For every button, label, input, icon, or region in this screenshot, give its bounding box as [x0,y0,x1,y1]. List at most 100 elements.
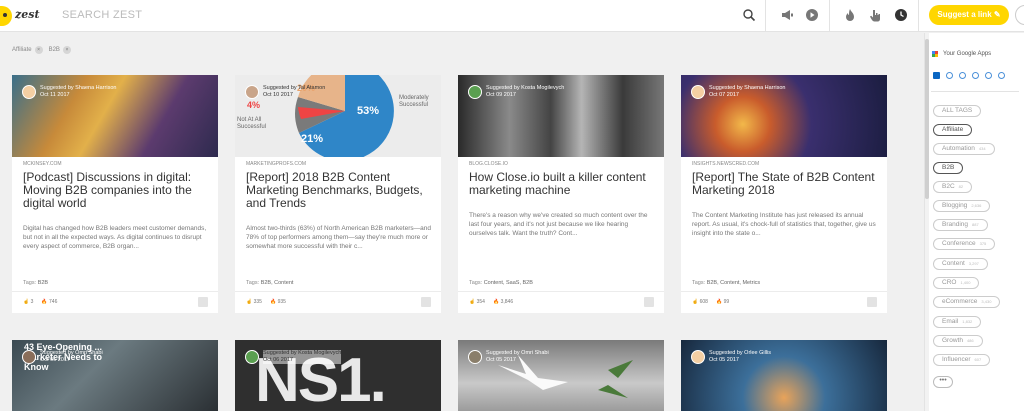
likes-stat[interactable]: ☝ 3 [23,299,33,305]
views-stat: 🔥 746 [41,299,58,305]
more-tags-button[interactable]: ••• [933,376,953,388]
likes-stat[interactable]: ☝ 335 [246,299,262,305]
remove-filter-icon[interactable]: × [34,46,43,54]
user-avatar-button[interactable] [1015,5,1024,25]
views-stat: 🔥 3,846 [492,299,514,305]
likes-stat[interactable]: ☝ 608 [692,299,708,305]
filter-chip-b2b[interactable]: B2B × [49,46,71,54]
filter-chip-label: Affiliate [12,47,32,53]
article-card[interactable]: 20% 4% 53% 21% Not At All Successful Mod… [235,75,441,313]
tag-count: 434 [978,146,986,151]
article-title[interactable]: How Close.io built a killer content mark… [469,171,659,197]
suggested-by: Suggested by Shaena Harrison Oct 07 2017 [691,85,785,99]
suggested-by: Suggested by Kosta Mogilevych Oct 06 2017 [245,350,342,364]
avatar [468,350,482,364]
filter-chip-affiliate[interactable]: Affiliate × [12,46,43,54]
tag-label: Email [942,318,959,325]
tag-automation[interactable]: Automation 434 [933,143,995,155]
article-source[interactable]: INSIGHTS.NEWSCRED.COM [692,161,759,167]
article-title[interactable]: [Report] 2018 B2B Content Marketing Benc… [246,171,436,210]
tags-value[interactable]: B2B, Content, Metrics [707,280,761,286]
tag-b2c[interactable]: B2C 82 [933,181,973,193]
tag-email[interactable]: Email 1,832 [933,316,982,328]
tags-value[interactable]: B2B [38,280,48,286]
tag-count: 1,400 [960,280,971,285]
zest-logo[interactable]: zest [0,6,40,26]
logo-mark [0,6,12,26]
tag-label: Conference [942,240,976,247]
save-icon[interactable] [867,297,877,307]
app-icon[interactable] [972,72,979,79]
article-card[interactable]: Suggested by Shaena Harrison Oct 07 2017 … [681,75,887,313]
suggested-date: Oct 11 2017 [40,92,70,98]
tag-count: 3,297 [968,261,979,266]
search-icon[interactable] [742,8,756,22]
article-card[interactable]: NS1. Suggested by Kosta Mogilevych Oct 06… [235,340,441,411]
tags-sidebar: Your Google Apps ALL TAGS Affiliate Auto… [924,33,1024,411]
article-card[interactable]: Suggested by Omri Shabi Oct 05 2017 [458,340,664,411]
likes-stat[interactable]: ☝ 354 [469,299,485,305]
app-icon[interactable] [959,72,966,79]
tags-label: Tags: [23,280,37,286]
clock-icon[interactable] [894,8,908,22]
article-image[interactable]: 20% 4% 53% 21% Not At All Successful Mod… [235,75,441,157]
tag-label: Branding [942,221,969,228]
card-stats: ☝ 335 🔥 935 [246,299,286,305]
article-image[interactable]: Suggested by Shaena Harrison Oct 11 2017 [12,75,218,157]
hand-pointer-icon[interactable] [868,8,882,22]
tag-branding[interactable]: Branding 887 [933,219,988,231]
article-source[interactable]: BLOG.CLOSE.IO [469,161,508,167]
suggested-by-name: Suggested by Tal Atamon [263,85,326,91]
suggested-by-name: Suggested by Omri Shabi [486,350,549,356]
article-title[interactable]: [Report] The State of B2B Content Market… [692,171,882,197]
article-tags: Tags: B2B, Content [246,280,293,286]
scrollbar-thumb[interactable] [925,39,929,199]
article-card[interactable]: 43 Eye-Opening ... Marketer Needs to Kno… [12,340,218,411]
article-source[interactable]: MCKINSEY.COM [23,161,62,167]
article-card[interactable]: Suggested by Shaena Harrison Oct 11 2017 … [12,75,218,313]
views-count: 3,846 [500,299,514,305]
tag-count: 3,430 [981,299,992,304]
app-icon[interactable] [946,72,953,79]
tag-affiliate[interactable]: Affiliate [933,124,973,136]
article-tags: Tags: B2B [23,280,48,286]
tags-value[interactable]: B2B, Content [261,280,294,286]
suggest-link-button[interactable]: Suggest a link ✎ [929,5,1009,25]
tag-blogging[interactable]: Blogging 2,636 [933,200,991,212]
flame-icon[interactable] [843,8,857,22]
tag-count: 607 [974,357,982,362]
tag-influencer[interactable]: Influencer 607 [933,354,991,366]
article-card[interactable]: Suggested by Kosta Mogilevych Oct 09 2017… [458,75,664,313]
app-icon[interactable] [998,72,1005,79]
save-icon[interactable] [421,297,431,307]
tag-label: Content [942,260,965,267]
megaphone-icon[interactable] [780,8,794,22]
article-image[interactable]: Suggested by Kosta Mogilevych Oct 09 2017 [458,75,664,157]
sidebar-scrollbar[interactable] [925,33,929,411]
linkedin-icon[interactable] [933,72,940,79]
article-card[interactable]: Suggested by Orlee Gillis Oct 05 2017 [681,340,887,411]
tag-label: CRO [942,279,957,286]
chart-label: 21% [301,133,324,145]
suggested-by: Suggested by Orlee Gillis Oct 05 2017 [691,350,771,364]
tags-value[interactable]: Content, SaaS, B2B [484,280,533,286]
tag-ecommerce[interactable]: eCommerce 3,430 [933,296,1001,308]
tag-growth[interactable]: Growth 486 [933,335,983,347]
save-icon[interactable] [644,297,654,307]
tag-count: 375 [979,241,987,246]
save-icon[interactable] [198,297,208,307]
tag-label: Automation [942,145,975,152]
search-input[interactable] [62,9,702,21]
card-divider [235,291,441,292]
tag-b2b[interactable]: B2B [933,162,964,174]
app-icon[interactable] [985,72,992,79]
tag-conference[interactable]: Conference 375 [933,238,996,250]
tag-content[interactable]: Content 3,297 [933,258,988,270]
tag-cro[interactable]: CRO 1,400 [933,277,980,289]
article-image[interactable]: Suggested by Shaena Harrison Oct 07 2017 [681,75,887,157]
remove-filter-icon[interactable]: × [62,46,71,54]
play-circle-icon[interactable] [805,8,819,22]
article-source[interactable]: MARKETINGPROFS.COM [246,161,306,167]
tag-all[interactable]: ALL TAGS [933,105,982,117]
article-title[interactable]: [Podcast] Discussions in digital: Moving… [23,171,213,210]
